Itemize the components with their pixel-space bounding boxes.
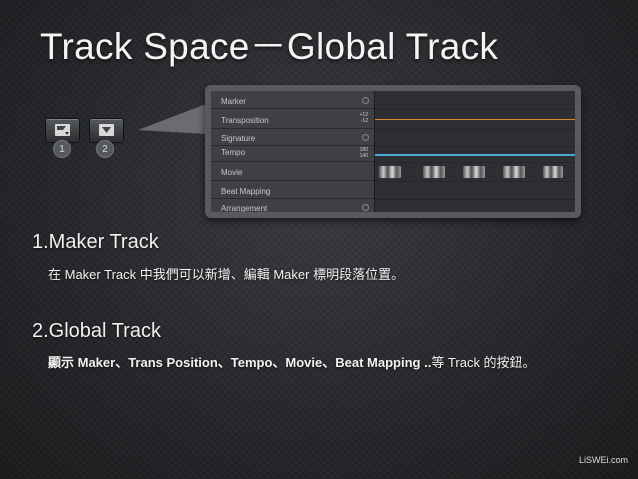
slide-title: Track Space－Global Track — [40, 26, 499, 67]
range-bottom: 140 — [359, 153, 368, 159]
section2-body-rest: 等 Track 的按鈕。 — [431, 355, 536, 370]
section1-heading: 1.Maker Track — [32, 231, 159, 253]
movie-thumbnail — [503, 166, 525, 178]
section2-heading: 2.Global Track — [32, 320, 161, 342]
global-tracks-icon — [55, 124, 70, 136]
track-label: Transposition — [221, 116, 269, 125]
movie-thumbnail — [463, 166, 485, 178]
track-label: Signature — [221, 134, 256, 143]
section1-body: 在 Maker Track 中我們可以新增、編輯 Maker 標明段落位置。 — [48, 267, 405, 282]
add-icon[interactable] — [362, 97, 369, 104]
add-icon[interactable] — [362, 204, 369, 211]
add-icon[interactable] — [362, 134, 369, 141]
track-label: Marker — [221, 97, 246, 106]
lane-arrangement[interactable] — [375, 200, 575, 212]
lane-marker[interactable] — [375, 93, 575, 110]
track-header-marker[interactable]: Marker — [211, 93, 374, 109]
footer-credit: LiSWEi.com — [578, 455, 628, 465]
lane-beat-mapping[interactable] — [375, 182, 575, 200]
transposition-line — [375, 119, 575, 120]
track-label: Movie — [221, 168, 243, 177]
lane-transposition[interactable] — [375, 110, 575, 130]
lane-movie[interactable] — [375, 163, 575, 182]
triangle-down-icon — [99, 124, 114, 136]
track-header-signature[interactable]: Signature — [211, 130, 374, 146]
lane-signature[interactable] — [375, 130, 575, 147]
movie-thumbnail — [423, 166, 445, 178]
movie-thumbnail — [379, 166, 401, 178]
section2-body: 顯示 Maker、Trans Position、Tempo、Movie、Beat… — [48, 352, 536, 371]
track-header-tempo[interactable]: Tempo 180 140 — [211, 147, 374, 162]
lane-tempo[interactable] — [375, 147, 575, 163]
section2-body-bold: 顯示 Maker、Trans Position、Tempo、Movie、Beat… — [48, 355, 432, 370]
callout-number-2: 2 — [96, 140, 114, 158]
track-header-transposition[interactable]: Transposition +12 -12 — [211, 110, 374, 129]
track-label: Arrangement — [221, 204, 268, 212]
global-tracks-area: Marker Transposition +12 -12 Signature T… — [211, 91, 575, 212]
range-bottom: -12 — [360, 118, 368, 124]
tempo-line — [375, 154, 575, 156]
track-header-beat-mapping[interactable]: Beat Mapping — [211, 182, 374, 199]
movie-thumbnail — [543, 166, 563, 178]
track-header-movie[interactable]: Movie — [211, 163, 374, 181]
track-label: Tempo — [221, 148, 246, 157]
track-label: Beat Mapping — [221, 187, 271, 196]
global-tracks-panel: Marker Transposition +12 -12 Signature T… — [205, 85, 581, 218]
track-header-arrangement[interactable]: Arrangement — [211, 200, 374, 212]
callout-number-1: 1 — [53, 140, 71, 158]
